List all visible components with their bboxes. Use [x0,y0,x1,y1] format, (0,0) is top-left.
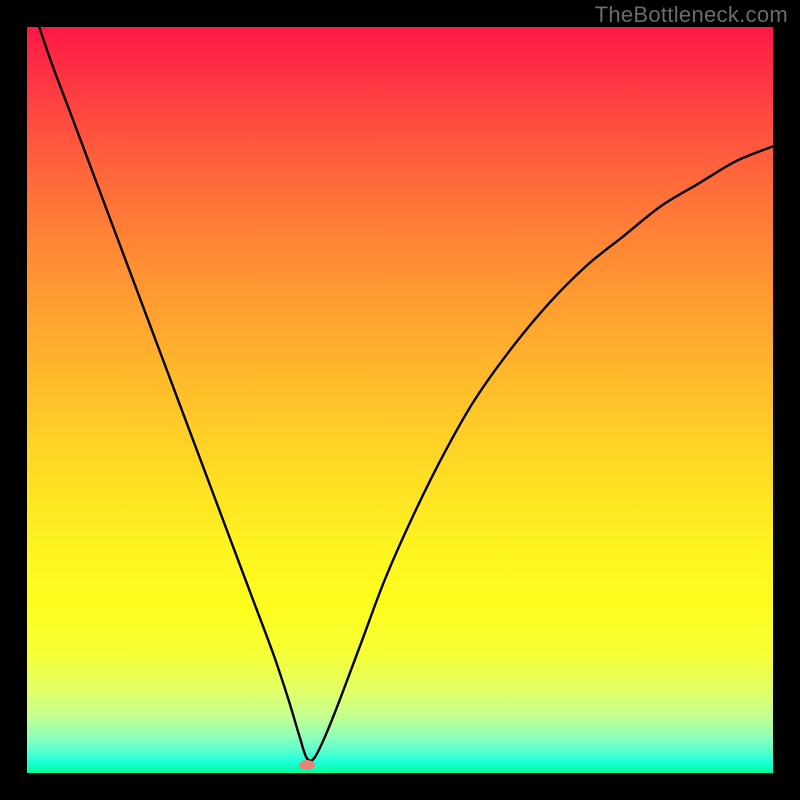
bottleneck-curve [27,27,773,773]
plot-area [27,27,773,773]
watermark-text: TheBottleneck.com [595,2,788,28]
optimum-marker [299,760,315,770]
chart-stage: TheBottleneck.com [0,0,800,800]
